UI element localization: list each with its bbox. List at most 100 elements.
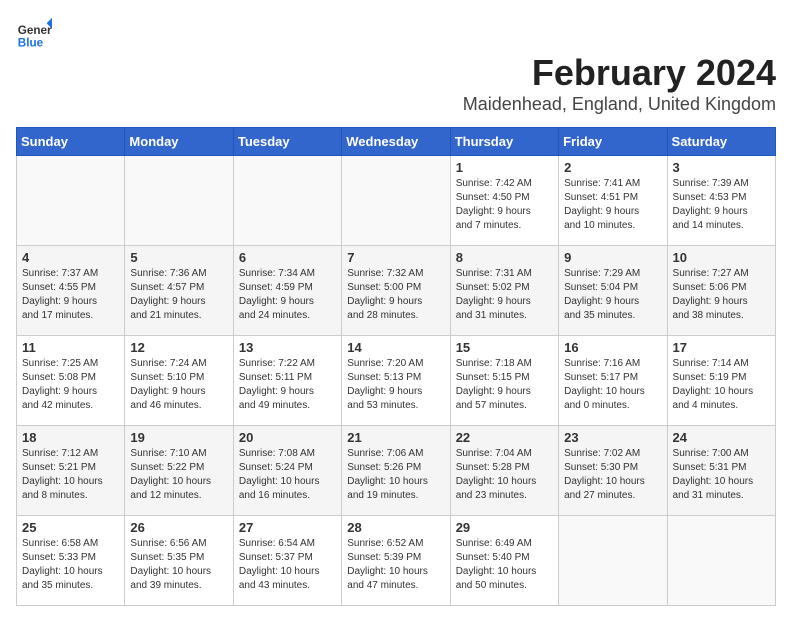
calendar-body: 1 Sunrise: 7:42 AM Sunset: 4:50 PM Daylig… xyxy=(17,156,776,606)
calendar-cell: 29 Sunrise: 6:49 AM Sunset: 5:40 PM Dayli… xyxy=(450,516,558,606)
calendar-cell: 3Sunrise: 7:39 AM Sunset: 4:53 PM Daylig… xyxy=(667,156,775,246)
day-number: 19 xyxy=(130,430,227,445)
day-number: 14 xyxy=(347,340,444,355)
day-number: 2 xyxy=(564,160,661,175)
svg-text:Blue: Blue xyxy=(18,37,44,50)
day-number: 18 xyxy=(22,430,119,445)
calendar-cell: 20 Sunrise: 7:08 AM Sunset: 5:24 PM Dayli… xyxy=(233,426,341,516)
day-info: Sunrise: 7:16 AM Sunset: 5:17 PM Dayligh… xyxy=(564,357,661,413)
day-number: 4 xyxy=(22,250,119,265)
day-number: 25 xyxy=(22,520,119,535)
svg-text:General: General xyxy=(18,24,52,37)
calendar-header-row: SundayMondayTuesdayWednesdayThursdayFrid… xyxy=(17,128,776,156)
day-number: 10 xyxy=(673,250,770,265)
calendar-cell: 27 Sunrise: 6:54 AM Sunset: 5:37 PM Dayli… xyxy=(233,516,341,606)
calendar-cell: 5 Sunrise: 7:36 AM Sunset: 4:57 PM Daylig… xyxy=(125,246,233,336)
day-info: Sunrise: 7:14 AM Sunset: 5:19 PM Dayligh… xyxy=(673,357,770,413)
day-number: 8 xyxy=(456,250,553,265)
day-number: 9 xyxy=(564,250,661,265)
calendar-week-2: 4 Sunrise: 7:37 AM Sunset: 4:55 PM Daylig… xyxy=(17,246,776,336)
day-info: Sunrise: 7:02 AM Sunset: 5:30 PM Dayligh… xyxy=(564,447,661,503)
day-number: 7 xyxy=(347,250,444,265)
calendar-cell: 17 Sunrise: 7:14 AM Sunset: 5:19 PM Dayli… xyxy=(667,336,775,426)
day-info: Sunrise: 6:58 AM Sunset: 5:33 PM Dayligh… xyxy=(22,537,119,593)
day-info: Sunrise: 7:25 AM Sunset: 5:08 PM Dayligh… xyxy=(22,357,119,413)
day-number: 16 xyxy=(564,340,661,355)
day-info: Sunrise: 7:08 AM Sunset: 5:24 PM Dayligh… xyxy=(239,447,336,503)
calendar-cell: 12Sunrise: 7:24 AM Sunset: 5:10 PM Dayli… xyxy=(125,336,233,426)
day-number: 23 xyxy=(564,430,661,445)
day-number: 11 xyxy=(22,340,119,355)
calendar-week-5: 25 Sunrise: 6:58 AM Sunset: 5:33 PM Dayli… xyxy=(17,516,776,606)
day-info: Sunrise: 6:49 AM Sunset: 5:40 PM Dayligh… xyxy=(456,537,553,593)
day-info: Sunrise: 6:56 AM Sunset: 5:35 PM Dayligh… xyxy=(130,537,227,593)
day-info: Sunrise: 7:18 AM Sunset: 5:15 PM Dayligh… xyxy=(456,357,553,413)
location-subtitle: Maidenhead, England, United Kingdom xyxy=(16,94,776,115)
calendar-cell: 7 Sunrise: 7:32 AM Sunset: 5:00 PM Daylig… xyxy=(342,246,450,336)
calendar-cell xyxy=(342,156,450,246)
day-number: 27 xyxy=(239,520,336,535)
day-info: Sunrise: 7:32 AM Sunset: 5:00 PM Dayligh… xyxy=(347,267,444,323)
day-info: Sunrise: 7:10 AM Sunset: 5:22 PM Dayligh… xyxy=(130,447,227,503)
day-info: Sunrise: 7:41 AM Sunset: 4:51 PM Dayligh… xyxy=(564,177,661,233)
day-info: Sunrise: 7:31 AM Sunset: 5:02 PM Dayligh… xyxy=(456,267,553,323)
calendar-cell: 15 Sunrise: 7:18 AM Sunset: 5:15 PM Dayli… xyxy=(450,336,558,426)
day-number: 15 xyxy=(456,340,553,355)
day-info: Sunrise: 7:00 AM Sunset: 5:31 PM Dayligh… xyxy=(673,447,770,503)
calendar-cell: 26 Sunrise: 6:56 AM Sunset: 5:35 PM Dayli… xyxy=(125,516,233,606)
day-number: 26 xyxy=(130,520,227,535)
calendar-cell: 11 Sunrise: 7:25 AM Sunset: 5:08 PM Dayli… xyxy=(17,336,125,426)
day-header-friday: Friday xyxy=(559,128,667,156)
day-number: 28 xyxy=(347,520,444,535)
calendar-table: SundayMondayTuesdayWednesdayThursdayFrid… xyxy=(16,127,776,606)
calendar-cell: 10 Sunrise: 7:27 AM Sunset: 5:06 PM Dayli… xyxy=(667,246,775,336)
day-info: Sunrise: 6:52 AM Sunset: 5:39 PM Dayligh… xyxy=(347,537,444,593)
day-number: 24 xyxy=(673,430,770,445)
calendar-cell: 19 Sunrise: 7:10 AM Sunset: 5:22 PM Dayli… xyxy=(125,426,233,516)
calendar-cell: 4 Sunrise: 7:37 AM Sunset: 4:55 PM Daylig… xyxy=(17,246,125,336)
day-number: 22 xyxy=(456,430,553,445)
calendar-cell xyxy=(667,516,775,606)
logo-icon: General Blue xyxy=(16,16,52,52)
calendar-cell: 24 Sunrise: 7:00 AM Sunset: 5:31 PM Dayli… xyxy=(667,426,775,516)
day-number: 1 xyxy=(456,160,553,175)
calendar-cell: 22Sunrise: 7:04 AM Sunset: 5:28 PM Dayli… xyxy=(450,426,558,516)
day-info: Sunrise: 7:29 AM Sunset: 5:04 PM Dayligh… xyxy=(564,267,661,323)
day-number: 6 xyxy=(239,250,336,265)
calendar-cell xyxy=(125,156,233,246)
day-info: Sunrise: 7:12 AM Sunset: 5:21 PM Dayligh… xyxy=(22,447,119,503)
top-area: General Blue February 2024 Maidenhead, E… xyxy=(16,16,776,119)
day-info: Sunrise: 7:37 AM Sunset: 4:55 PM Dayligh… xyxy=(22,267,119,323)
calendar-cell: 9 Sunrise: 7:29 AM Sunset: 5:04 PM Daylig… xyxy=(559,246,667,336)
calendar-header: February 2024 Maidenhead, England, Unite… xyxy=(16,52,776,115)
day-info: Sunrise: 6:54 AM Sunset: 5:37 PM Dayligh… xyxy=(239,537,336,593)
day-header-monday: Monday xyxy=(125,128,233,156)
day-info: Sunrise: 7:42 AM Sunset: 4:50 PM Dayligh… xyxy=(456,177,553,233)
day-header-saturday: Saturday xyxy=(667,128,775,156)
day-number: 5 xyxy=(130,250,227,265)
day-number: 20 xyxy=(239,430,336,445)
day-number: 13 xyxy=(239,340,336,355)
day-header-sunday: Sunday xyxy=(17,128,125,156)
day-header-thursday: Thursday xyxy=(450,128,558,156)
day-header-wednesday: Wednesday xyxy=(342,128,450,156)
day-number: 17 xyxy=(673,340,770,355)
calendar-week-3: 11 Sunrise: 7:25 AM Sunset: 5:08 PM Dayli… xyxy=(17,336,776,426)
calendar-cell xyxy=(559,516,667,606)
day-info: Sunrise: 7:20 AM Sunset: 5:13 PM Dayligh… xyxy=(347,357,444,413)
month-year-title: February 2024 xyxy=(16,52,776,94)
calendar-week-4: 18 Sunrise: 7:12 AM Sunset: 5:21 PM Dayli… xyxy=(17,426,776,516)
logo: General Blue xyxy=(16,16,776,52)
calendar-cell: 21Sunrise: 7:06 AM Sunset: 5:26 PM Dayli… xyxy=(342,426,450,516)
day-number: 29 xyxy=(456,520,553,535)
day-info: Sunrise: 7:27 AM Sunset: 5:06 PM Dayligh… xyxy=(673,267,770,323)
calendar-cell: 2 Sunrise: 7:41 AM Sunset: 4:51 PM Daylig… xyxy=(559,156,667,246)
calendar-cell: 1 Sunrise: 7:42 AM Sunset: 4:50 PM Daylig… xyxy=(450,156,558,246)
day-info: Sunrise: 7:36 AM Sunset: 4:57 PM Dayligh… xyxy=(130,267,227,323)
calendar-cell: 6 Sunrise: 7:34 AM Sunset: 4:59 PM Daylig… xyxy=(233,246,341,336)
calendar-cell: 25 Sunrise: 6:58 AM Sunset: 5:33 PM Dayli… xyxy=(17,516,125,606)
calendar-cell xyxy=(17,156,125,246)
calendar-cell: 13Sunrise: 7:22 AM Sunset: 5:11 PM Dayli… xyxy=(233,336,341,426)
calendar-cell: 14 Sunrise: 7:20 AM Sunset: 5:13 PM Dayli… xyxy=(342,336,450,426)
day-info: Sunrise: 7:34 AM Sunset: 4:59 PM Dayligh… xyxy=(239,267,336,323)
